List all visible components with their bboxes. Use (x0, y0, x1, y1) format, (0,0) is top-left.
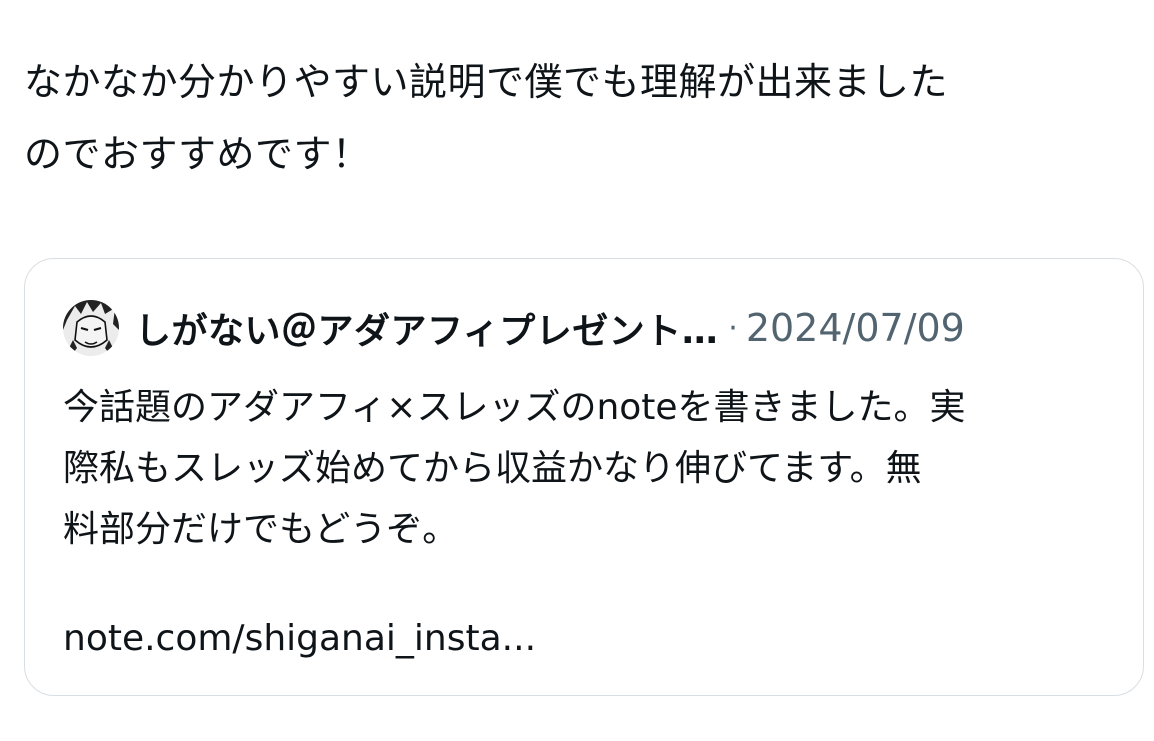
quoted-post-header: しがない＠アダアフィプレゼント… · 2024/07/09 (63, 299, 965, 357)
post-text: なかなか分かりやすい説明で僕でも理解が出来ました のでおすすめです！ (24, 60, 949, 176)
author-name[interactable]: しがない＠アダアフィプレゼント… (135, 302, 718, 354)
author-avatar[interactable] (63, 300, 119, 356)
separator-dot: · (728, 310, 738, 346)
quoted-post-text: 今話題のアダアフィ×スレッズのnoteを書きました。実 際私もスレッズ始めてから… (63, 387, 966, 550)
post-date[interactable]: 2024/07/09 (746, 306, 965, 350)
quoted-post-card[interactable]: しがない＠アダアフィプレゼント… · 2024/07/09 今話題のアダアフィ×… (24, 258, 1144, 696)
quoted-post-link[interactable]: note.com/shiganai_insta... (63, 611, 536, 667)
